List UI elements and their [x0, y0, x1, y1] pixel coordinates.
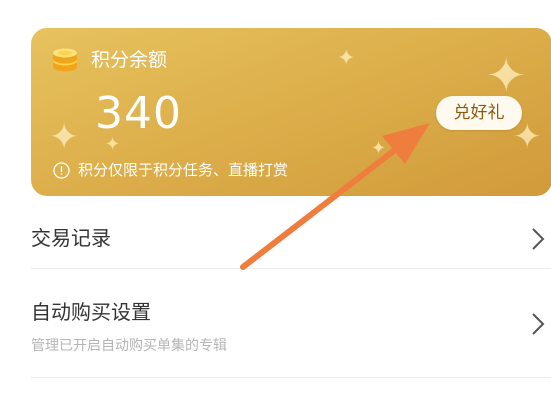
points-balance-title: 积分余额 [91, 49, 168, 71]
points-balance-card: ✦ ✦ ✦ ✦ ✦ ✦ 积分余额 340 兑好礼 积分仅限于积分任务、直播打赏 [31, 28, 551, 196]
sparkle-icon: ✦ [486, 48, 527, 104]
divider [31, 268, 551, 269]
sparkle-icon: ✦ [513, 117, 542, 157]
coin-stack-icon [53, 48, 77, 72]
points-balance-value: 340 [95, 88, 182, 139]
sparkle-icon: ✦ [49, 117, 80, 158]
menu-item-auto-purchase-settings[interactable]: 自动购买设置 管理已开启自动购买单集的专辑 [31, 290, 551, 370]
menu-item-sublabel: 管理已开启自动购买单集的专辑 [31, 338, 227, 354]
menu-item-label: 自动购买设置 [31, 300, 151, 324]
sparkle-icon: ✦ [371, 138, 387, 159]
divider [31, 377, 551, 378]
chevron-right-icon [532, 228, 545, 250]
points-usage-notice: 积分仅限于积分任务、直播打赏 [78, 161, 289, 179]
menu-item-transaction-records[interactable]: 交易记录 [31, 214, 551, 264]
points-page: ✦ ✦ ✦ ✦ ✦ ✦ 积分余额 340 兑好礼 积分仅限于积分任务、直播打赏 … [0, 0, 551, 396]
menu-item-label: 交易记录 [31, 226, 111, 250]
sparkle-icon: ✦ [337, 46, 356, 71]
redeem-gifts-button[interactable]: 兑好礼 [436, 96, 522, 130]
info-icon [53, 162, 70, 179]
chevron-right-icon [532, 313, 545, 335]
